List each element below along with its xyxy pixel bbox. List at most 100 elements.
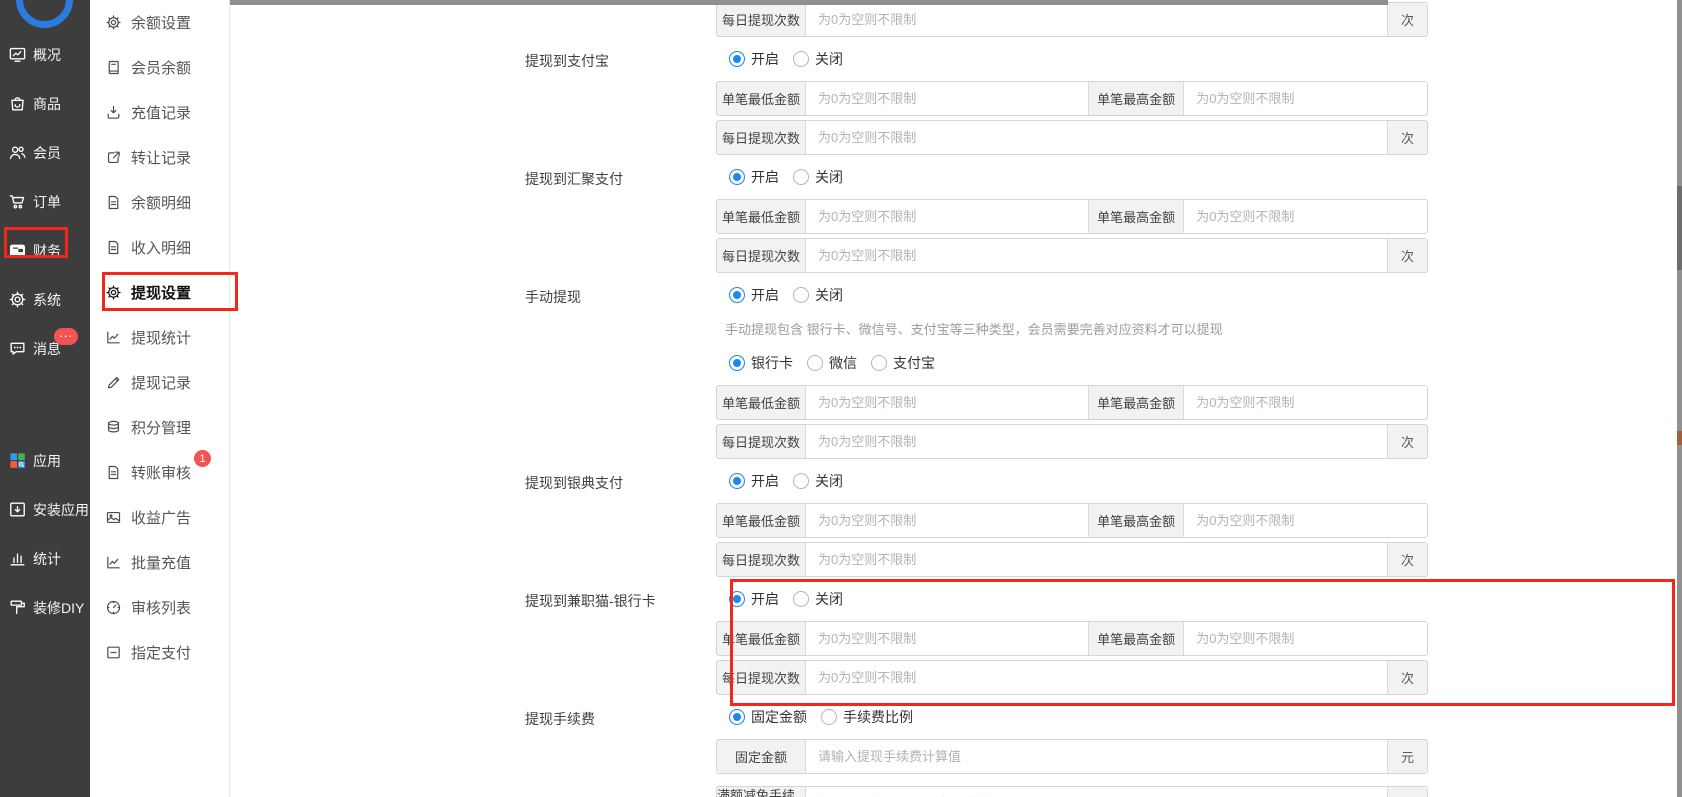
submenu-item-label: 指定支付 bbox=[131, 645, 192, 662]
manual-withdraw-type-radio-alipay[interactable]: 支付宝 bbox=[871, 353, 935, 373]
withdraw-jianzhimao-bankcard-field: 提现到兼职猫-银行卡 开启 关闭 bbox=[230, 589, 1677, 609]
manual-daily-times-input[interactable] bbox=[806, 425, 1387, 458]
sidebar-item-label: 商品 bbox=[33, 95, 61, 112]
submenu-item-designated-payment[interactable]: 指定支付 bbox=[90, 630, 229, 675]
manual-amount-min-input[interactable] bbox=[806, 386, 1089, 419]
submenu-item-points-management[interactable]: 积分管理 bbox=[90, 405, 229, 450]
paint-roller-icon bbox=[8, 598, 27, 617]
alipay-daily-times-input[interactable] bbox=[806, 121, 1387, 154]
submenu-item-revenue-ads[interactable]: 收益广告 bbox=[90, 495, 229, 540]
sidebar-item-statistics[interactable]: 统计 bbox=[0, 534, 90, 583]
submenu-item-label: 提现统计 bbox=[131, 330, 192, 347]
horizontal-scrollbar[interactable] bbox=[230, 0, 1388, 5]
withdraw-alipay-radio-off[interactable]: 关闭 bbox=[793, 49, 843, 69]
withdraw-huiju-radio-off[interactable]: 关闭 bbox=[793, 167, 843, 187]
sidebar-item-orders[interactable]: 订单 bbox=[0, 177, 90, 226]
jianzhimao-amount-min-input[interactable] bbox=[806, 622, 1089, 655]
alipay-daily-times-unit-addon: 次 bbox=[1387, 121, 1427, 154]
prev-daily-times-input[interactable] bbox=[806, 3, 1387, 36]
submenu-item-label: 余额明细 bbox=[131, 195, 192, 212]
gear-icon bbox=[105, 14, 122, 31]
submenu-item-member-balance[interactable]: 会员余额 bbox=[90, 45, 229, 90]
withdraw-huiju-field-label: 提现到汇聚支付 bbox=[525, 171, 623, 187]
submenu-item-balance-settings[interactable]: 余额设置 bbox=[90, 0, 229, 45]
fixed-fee-input[interactable] bbox=[806, 740, 1387, 773]
apps-grid-icon bbox=[8, 451, 27, 470]
submenu-item-transfer-audit[interactable]: 转账审核 1 bbox=[90, 450, 229, 495]
avatar[interactable] bbox=[16, 0, 73, 28]
jianzhimao-amount-max-input[interactable] bbox=[1184, 622, 1427, 655]
alipay-amount-min-addon: 单笔最低金额 bbox=[717, 82, 806, 115]
yindian-daily-times-addon: 每日提现次数 bbox=[717, 543, 806, 576]
withdraw-huiju-radio-on[interactable]: 开启 bbox=[729, 167, 779, 187]
jianzhimao-daily-times-input[interactable] bbox=[806, 661, 1387, 694]
chat-icon bbox=[8, 339, 27, 358]
manual-withdraw-type-radio-bank-card[interactable]: 银行卡 bbox=[729, 353, 793, 373]
submenu-item-withdraw-statistics[interactable]: 提现统计 bbox=[90, 315, 229, 360]
manual-withdraw-type-field: 银行卡 微信 支付宝 bbox=[230, 353, 1677, 373]
manual-withdraw-radio-off[interactable]: 关闭 bbox=[793, 285, 843, 305]
withdraw-jianzhimao-bankcard-radio-off[interactable]: 关闭 bbox=[793, 589, 843, 609]
messages-badge: ... bbox=[54, 326, 78, 345]
alipay-amount-max-addon: 单笔最高金额 bbox=[1088, 82, 1185, 115]
yindian-amount-max-input[interactable] bbox=[1184, 504, 1427, 537]
jianzhimao-daily-times-addon: 每日提现次数 bbox=[717, 661, 806, 694]
sidebar-item-install-apps[interactable]: 安装应用 bbox=[0, 485, 90, 534]
alipay-daily-times-row: 每日提现次数 次 bbox=[716, 120, 1428, 155]
submenu-item-transfer-records[interactable]: 转让记录 bbox=[90, 135, 229, 180]
finance-submenu: 余额设置 会员余额 充值记录 转让记录 余额明细 收入明细 提现设置 提现统计 … bbox=[90, 0, 229, 675]
radio-checked-icon bbox=[729, 591, 745, 607]
jianzhimao-amount-min-addon: 单笔最低金额 bbox=[717, 622, 806, 655]
withdraw-alipay-field: 提现到支付宝 开启 关闭 bbox=[230, 49, 1677, 69]
sidebar-item-overview[interactable]: 概况 bbox=[0, 30, 90, 79]
withdraw-jianzhimao-bankcard-radio-on[interactable]: 开启 bbox=[729, 589, 779, 609]
sidebar-item-apps[interactable]: 应用 bbox=[0, 436, 90, 485]
withdraw-fee-radio-fixed[interactable]: 固定金额 bbox=[729, 707, 807, 727]
sidebar-item-label: 装修DIY bbox=[33, 599, 85, 616]
withdraw-yindian-radio-off[interactable]: 关闭 bbox=[793, 471, 843, 491]
sidebar-item-system[interactable]: 系统 bbox=[0, 275, 90, 324]
huiju-daily-times-input[interactable] bbox=[806, 239, 1387, 272]
sidebar-item-finance[interactable]: 财务 bbox=[0, 226, 90, 275]
users-icon bbox=[8, 143, 27, 162]
scrollbar-thumb[interactable] bbox=[1677, 186, 1682, 270]
image-icon bbox=[105, 509, 122, 526]
document-icon bbox=[105, 194, 122, 211]
withdraw-huiju-field: 提现到汇聚支付 开启 关闭 bbox=[230, 167, 1677, 187]
primary-sidebar: 概况 商品 会员 订单 财务 系统 消息 ... 应用 安装应用 统计 装修DI… bbox=[0, 0, 90, 797]
submenu-item-batch-recharge[interactable]: 批量充值 bbox=[90, 540, 229, 585]
sidebar-item-goods[interactable]: 商品 bbox=[0, 79, 90, 128]
submenu-item-balance-detail[interactable]: 余额明细 bbox=[90, 180, 229, 225]
sidebar-item-label: 统计 bbox=[33, 550, 61, 567]
huiju-amount-min-input[interactable] bbox=[806, 200, 1089, 233]
withdraw-settings-form: 每日提现次数 次 提现到支付宝 开启 关闭 单笔最低金额 bbox=[230, 0, 1677, 797]
manual-amount-max-input[interactable] bbox=[1184, 386, 1427, 419]
sidebar-item-decorate-diy[interactable]: 装修DIY bbox=[0, 583, 90, 632]
manual-withdraw-radio-on[interactable]: 开启 bbox=[729, 285, 779, 305]
withdraw-fee-radio-percent[interactable]: 手续费比例 bbox=[821, 707, 913, 727]
submenu-item-income-detail[interactable]: 收入明细 bbox=[90, 225, 229, 270]
withdraw-fee-field-label: 提现手续费 bbox=[525, 711, 595, 727]
scrollbar-marker bbox=[1677, 431, 1682, 445]
yindian-amount-min-input[interactable] bbox=[806, 504, 1089, 537]
submenu-item-audit-list[interactable]: 审核列表 bbox=[90, 585, 229, 630]
jianzhimao-amount-max-addon: 单笔最高金额 bbox=[1088, 622, 1185, 655]
pen-icon bbox=[105, 374, 122, 391]
manual-withdraw-type-radio-wechat[interactable]: 微信 bbox=[807, 353, 857, 373]
radio-checked-icon bbox=[729, 355, 745, 371]
withdraw-alipay-radio-on[interactable]: 开启 bbox=[729, 49, 779, 69]
withdraw-yindian-radio-on[interactable]: 开启 bbox=[729, 471, 779, 491]
withdraw-fee-field: 提现手续费 固定金额 手续费比例 bbox=[230, 707, 1677, 727]
manual-amount-min-addon: 单笔最低金额 bbox=[717, 386, 806, 419]
yindian-daily-times-input[interactable] bbox=[806, 543, 1387, 576]
submenu-item-withdraw-settings[interactable]: 提现设置 bbox=[90, 270, 229, 315]
vertical-scrollbar[interactable] bbox=[1677, 0, 1682, 797]
alipay-amount-min-input[interactable] bbox=[806, 82, 1089, 115]
submenu-item-recharge-records[interactable]: 充值记录 bbox=[90, 90, 229, 135]
submenu-item-withdraw-records[interactable]: 提现记录 bbox=[90, 360, 229, 405]
alipay-amount-max-input[interactable] bbox=[1184, 82, 1427, 115]
sidebar-item-members[interactable]: 会员 bbox=[0, 128, 90, 177]
full-amount-fee-waiver-input[interactable] bbox=[806, 787, 1387, 797]
sidebar-item-messages[interactable]: 消息 ... bbox=[0, 324, 90, 373]
huiju-amount-max-input[interactable] bbox=[1184, 200, 1427, 233]
